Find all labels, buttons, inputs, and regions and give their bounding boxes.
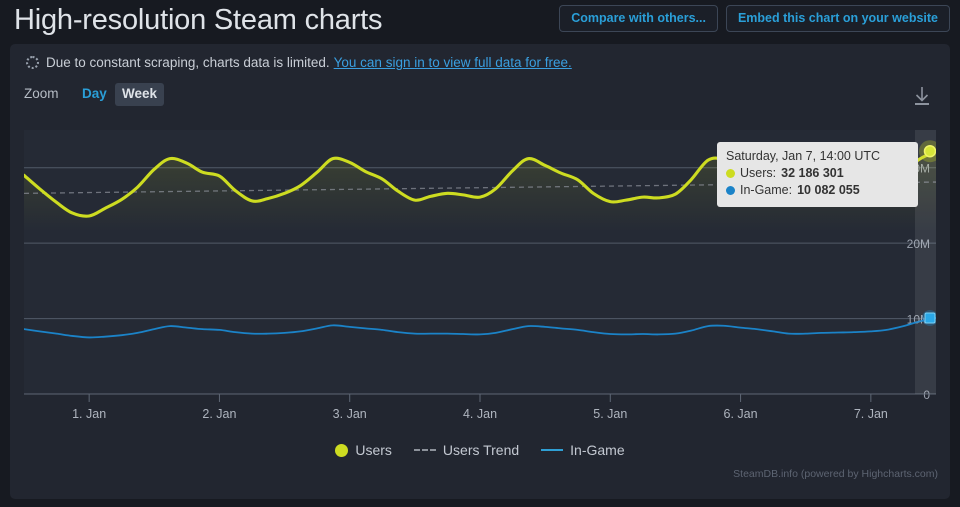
steam-charts-page: High-resolution Steam charts Compare wit… (0, 0, 960, 507)
ingame-marker-icon (541, 449, 564, 451)
chart-legend: Users Users Trend In-Game (10, 442, 950, 458)
legend-item-users-trend[interactable]: Users Trend (413, 442, 520, 458)
tooltip-date: Saturday, Jan 7, 14:00 UTC (726, 149, 881, 163)
zoom-option-day[interactable]: Day (75, 83, 114, 106)
header-actions: Compare with others... Embed this chart … (559, 5, 950, 32)
zoom-option-week[interactable]: Week (115, 83, 165, 106)
x-axis-tick: 5. Jan (593, 407, 627, 421)
legend-label-users: Users (355, 442, 392, 458)
zoom-label: Zoom (24, 86, 59, 101)
legend-label-users-trend: Users Trend (442, 442, 520, 458)
download-icon[interactable] (910, 84, 934, 108)
tooltip-users-value: 32 186 301 (781, 166, 844, 180)
x-axis-tick: 2. Jan (202, 407, 236, 421)
users-highlight-point (923, 144, 936, 158)
x-axis-tick: 4. Jan (463, 407, 497, 421)
sign-in-link[interactable]: You can sign in to view full data for fr… (334, 55, 572, 70)
spinner-icon (26, 55, 39, 69)
x-axis-tick: 3. Jan (333, 407, 367, 421)
users-trend-marker-icon (413, 449, 436, 451)
page-header: High-resolution Steam charts Compare wit… (0, 0, 960, 42)
embed-chart-button[interactable]: Embed this chart on your website (725, 5, 950, 32)
tooltip-ingame-value: 10 082 055 (797, 183, 860, 197)
scraping-notice: Due to constant scraping, charts data is… (10, 44, 950, 80)
legend-item-ingame[interactable]: In-Game (541, 442, 625, 458)
notice-text: Due to constant scraping, charts data is… (46, 54, 330, 70)
ingame-dot-icon (726, 186, 735, 195)
crosshair-band (915, 130, 936, 394)
x-axis-tick: 7. Jan (854, 407, 888, 421)
users-dot-icon (726, 169, 735, 178)
users-marker-icon (335, 443, 349, 457)
x-axis-tick: 1. Jan (72, 407, 106, 421)
compare-with-others-button[interactable]: Compare with others... (559, 5, 718, 32)
page-title: High-resolution Steam charts (14, 4, 383, 36)
zoom-controls: Zoom Day Week (10, 80, 950, 113)
x-axis-tick: 6. Jan (724, 407, 758, 421)
tooltip-ingame-label: In-Game: (740, 183, 793, 197)
chart-credits[interactable]: SteamDB.info (powered by Highcharts.com) (733, 468, 938, 480)
ingame-highlight-point (924, 312, 936, 324)
tooltip-users-label: Users: (740, 166, 777, 180)
chart-panel: Due to constant scraping, charts data is… (10, 44, 950, 499)
tooltip-row-ingame: In-Game: 10 082 055 (726, 182, 908, 199)
legend-item-users[interactable]: Users (335, 442, 392, 458)
chart-tooltip: Saturday, Jan 7, 14:00 UTC Users: 32 186… (717, 142, 918, 207)
legend-label-ingame: In-Game (570, 442, 625, 458)
tooltip-row-users: Users: 32 186 301 (726, 165, 908, 182)
